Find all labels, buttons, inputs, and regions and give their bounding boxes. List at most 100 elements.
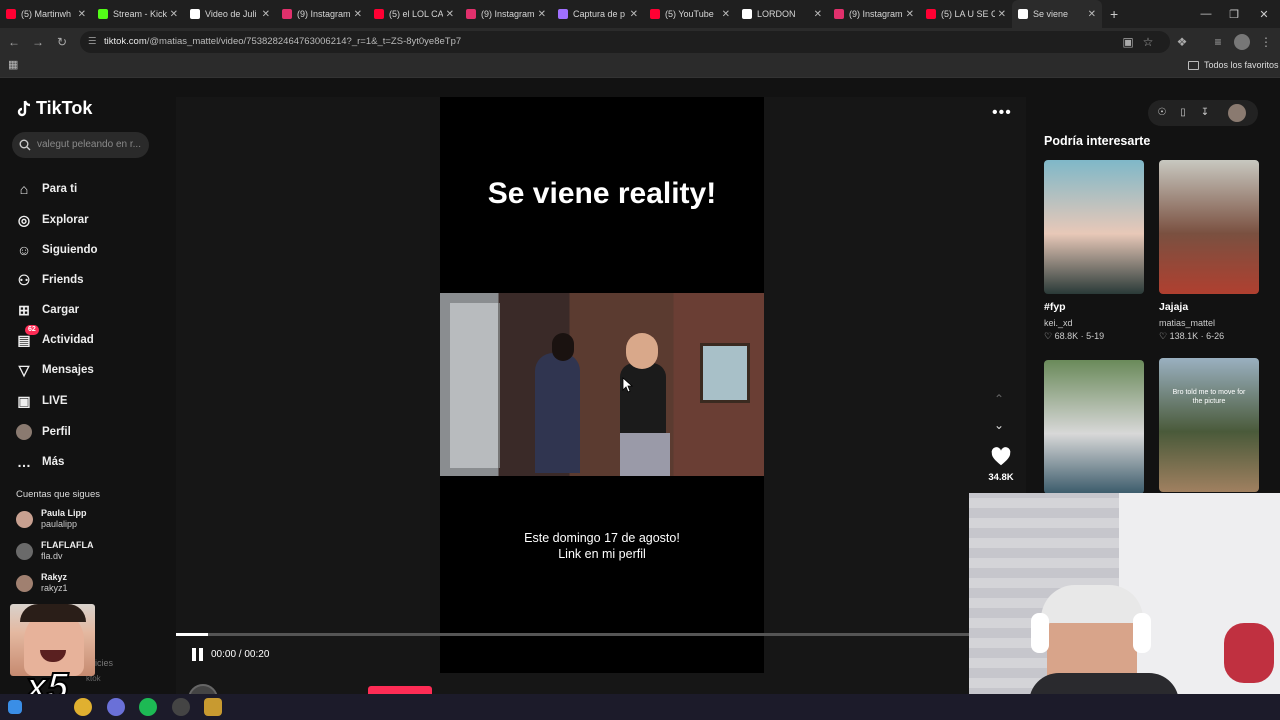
recommended-caption[interactable]: #fyp <box>1044 301 1066 313</box>
browser-tab[interactable]: Video de Juli ✕ <box>184 0 276 28</box>
nav-item-perfil[interactable]: Perfil <box>16 424 71 440</box>
next-video-icon[interactable]: ⌄ <box>994 418 1004 432</box>
nav-item-actividad[interactable]: ▤ 62 Actividad <box>16 325 94 348</box>
recommended-user[interactable]: kei._xd <box>1044 318 1073 328</box>
tab-label: Video de Juli <box>205 9 257 19</box>
tab-label: LORDON <box>757 9 796 19</box>
media-controls-icon[interactable]: ≡ <box>1210 34 1226 50</box>
browser-tab[interactable]: (5) LA U SE C ✕ <box>920 0 1012 28</box>
browser-tab[interactable]: Captura de p ✕ <box>552 0 644 28</box>
download-icon[interactable]: ↧ <box>1198 106 1212 120</box>
close-tab-icon[interactable]: ✕ <box>998 9 1006 20</box>
taskbar <box>0 694 1280 720</box>
recommended-video-thumbnail[interactable] <box>1159 160 1259 294</box>
all-bookmarks-button[interactable]: Todos los favoritos <box>1204 60 1279 70</box>
recommended-video-thumbnail[interactable] <box>1044 160 1144 294</box>
browser-tab[interactable]: (9) Instagram ✕ <box>460 0 552 28</box>
following-account[interactable]: Rakyz rakyz1 <box>16 572 68 594</box>
user-avatar[interactable] <box>1228 104 1246 122</box>
recommended-user[interactable]: matias_mattel <box>1159 318 1215 328</box>
progress-bar[interactable] <box>176 633 969 636</box>
account-text: Paula Lipp paulalipp <box>41 508 87 530</box>
nav-item-parati[interactable]: ⌂ Para ti <box>16 181 77 197</box>
browser-tab[interactable]: Se viene ✕ <box>1012 0 1102 28</box>
close-tab-icon[interactable]: ✕ <box>78 9 86 20</box>
explore-icon[interactable]: ☉ <box>1155 106 1169 120</box>
pause-icon[interactable] <box>192 648 203 661</box>
tab-label: (9) Instagram <box>297 9 351 19</box>
close-tab-icon[interactable]: ✕ <box>446 9 454 20</box>
nav-item-ms[interactable]: … Más <box>16 454 64 470</box>
new-tab-button[interactable]: + <box>1110 6 1118 22</box>
tab-label: (9) Instagram <box>481 9 535 19</box>
close-tab-icon[interactable]: ✕ <box>262 9 270 20</box>
windows-start-icon[interactable] <box>8 700 22 714</box>
close-tab-icon[interactable]: ✕ <box>538 9 546 20</box>
tiktok-icon <box>1018 9 1028 19</box>
nav-item-explorar[interactable]: ◎ Explorar <box>16 212 89 228</box>
browser-tab[interactable]: LORDON ✕ <box>736 0 828 28</box>
instagram-icon <box>466 9 476 19</box>
caption-line-2: Link en mi perfil <box>558 547 646 561</box>
site-info-icon[interactable]: ☰ <box>88 31 97 53</box>
heart-icon[interactable] <box>990 446 1012 468</box>
tab-label: Stream - Kick <box>113 9 167 19</box>
search-input[interactable]: valegut peleando en r... <box>12 132 149 158</box>
following-account[interactable]: FLAFLAFLA fla.dv <box>16 540 93 562</box>
account-name: Paula Lipp <box>41 508 87 518</box>
following-account[interactable]: Paula Lipp paulalipp <box>16 508 87 530</box>
league-icon[interactable] <box>204 698 222 716</box>
menu-icon[interactable]: ⋮ <box>1258 34 1274 50</box>
close-tab-icon[interactable]: ✕ <box>354 9 362 20</box>
more-icon: … <box>17 454 31 470</box>
video-clip[interactable] <box>440 293 764 476</box>
recommended-video-thumbnail[interactable] <box>1044 360 1144 494</box>
install-app-icon[interactable]: ▣ <box>1120 34 1136 50</box>
progress-fill <box>176 633 208 636</box>
recommended-caption[interactable]: Jajaja <box>1159 301 1188 313</box>
bookmark-star-icon[interactable]: ☆ <box>1140 34 1156 50</box>
chrome-icon[interactable] <box>74 698 92 716</box>
nav-item-siguiendo[interactable]: ☺ Siguiendo <box>16 242 98 258</box>
recommended-stats: ♡ 68.8K · 5-19 <box>1044 331 1104 342</box>
apps-grid-icon[interactable]: ▦ <box>8 60 19 71</box>
bookmarks-bar: ▦ Todos los favoritos <box>0 56 1280 78</box>
spotify-icon[interactable] <box>139 698 157 716</box>
recommended-video-thumbnail[interactable]: Bro told me to move for the picture <box>1159 358 1259 492</box>
more-options-icon[interactable]: ••• <box>992 104 1012 122</box>
extensions-icon[interactable]: ❖ <box>1174 34 1190 50</box>
browser-tab[interactable]: (5) Martinwh ✕ <box>0 0 92 28</box>
close-tab-icon[interactable]: ✕ <box>906 9 914 20</box>
friends-icon: ⚇ <box>17 271 31 288</box>
obs-icon[interactable] <box>172 698 190 716</box>
browser-tab[interactable]: Stream - Kick ✕ <box>92 0 184 28</box>
browser-tab[interactable]: (5) YouTube ✕ <box>644 0 736 28</box>
profile-avatar-icon[interactable] <box>1234 34 1250 50</box>
nav-item-mensajes[interactable]: ▽ Mensajes <box>16 362 94 378</box>
close-tab-icon[interactable]: ✕ <box>814 9 822 20</box>
back-icon[interactable]: ← <box>6 34 22 50</box>
nav-item-friends[interactable]: ⚇ Friends <box>16 272 84 288</box>
close-tab-icon[interactable]: ✕ <box>170 9 178 20</box>
close-tab-icon[interactable]: ✕ <box>1088 9 1096 20</box>
nav-item-live[interactable]: ▣ LIVE <box>16 393 67 409</box>
restore-icon[interactable]: ❐ <box>1218 0 1250 28</box>
reload-icon[interactable]: ↻ <box>54 34 70 50</box>
close-window-icon[interactable]: ✕ <box>1248 0 1280 28</box>
tab-label: Captura de p <box>573 9 626 19</box>
notification-badge: 62 <box>25 325 39 335</box>
browser-tab[interactable]: (9) Instagram ✕ <box>828 0 920 28</box>
previous-video-icon[interactable]: ⌃ <box>994 392 1004 406</box>
nav-item-cargar[interactable]: ⊞ Cargar <box>16 302 79 318</box>
browser-tab[interactable]: (9) Instagram ✕ <box>276 0 368 28</box>
address-bar[interactable]: ☰ tiktok.com/@matias_mattel/video/753828… <box>80 31 1170 53</box>
device-icon[interactable]: ▯ <box>1176 106 1190 120</box>
discord-icon[interactable] <box>107 698 125 716</box>
close-tab-icon[interactable]: ✕ <box>630 9 638 20</box>
recommended-stats-text: 68.8K · 5-19 <box>1054 331 1105 341</box>
forward-icon[interactable]: → <box>30 34 46 50</box>
tiktok-logo[interactable]: TikTok <box>16 98 92 119</box>
close-tab-icon[interactable]: ✕ <box>722 9 730 20</box>
logo-text: TikTok <box>36 98 93 118</box>
browser-tab[interactable]: (5) el LOL CA ✕ <box>368 0 460 28</box>
